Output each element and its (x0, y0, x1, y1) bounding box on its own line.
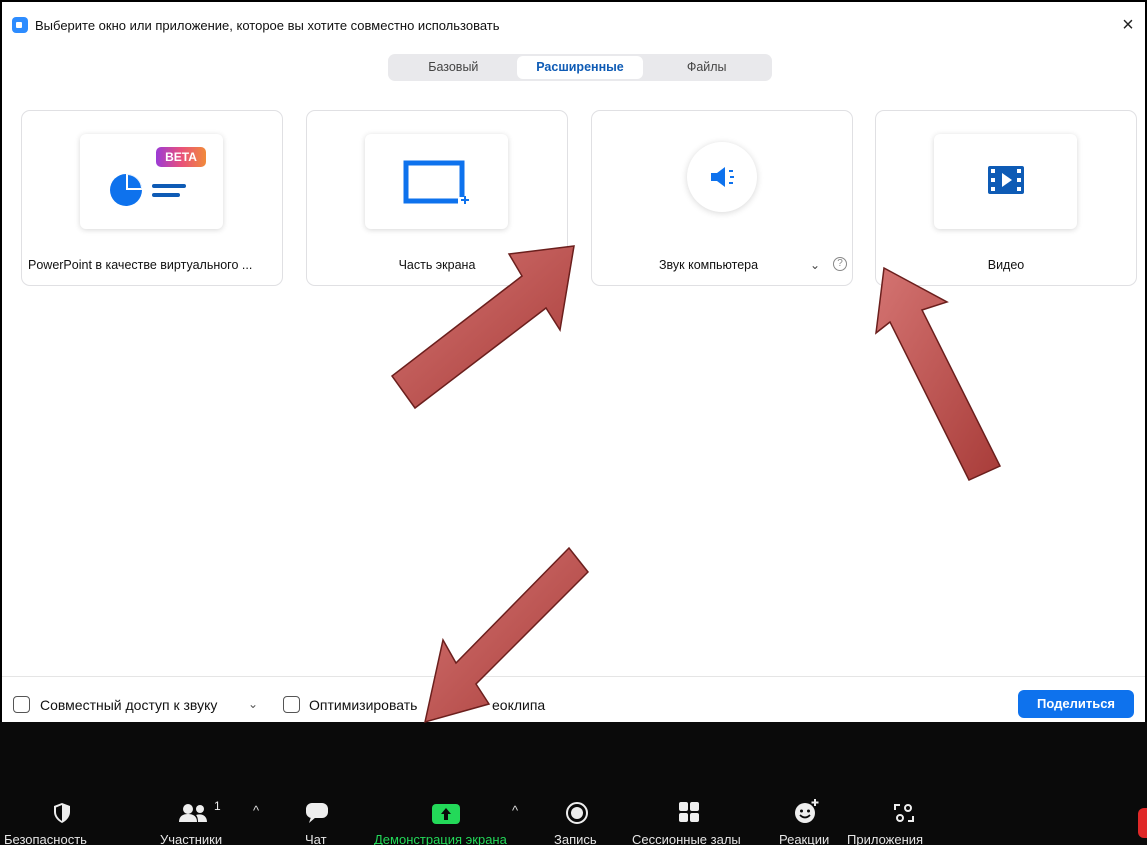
toolbar-participants-label[interactable]: Участники (160, 832, 222, 845)
reactions-icon[interactable] (794, 798, 820, 824)
share-audio-label: Совместный доступ к звуку (40, 697, 218, 713)
apps-icon[interactable] (893, 802, 915, 824)
zoom-app-icon (12, 17, 28, 33)
optimize-video-label-end: еоклипа (492, 697, 546, 713)
card-label: PowerPoint в качестве виртуального ... (28, 258, 253, 272)
participants-caret-icon[interactable]: ^ (253, 803, 259, 818)
window-title: Выберите окно или приложение, которое вы… (35, 18, 500, 33)
participants-count: 1 (214, 799, 221, 813)
card-portion-of-screen[interactable]: Часть экрана (306, 110, 568, 286)
share-screen-caret-icon[interactable]: ^ (512, 803, 518, 818)
card-thumbnail (365, 134, 508, 229)
card-label: Звук компьютера (659, 258, 759, 272)
card-video[interactable]: Видео (875, 110, 1137, 286)
optimize-video-label-start: Оптимизировать (309, 697, 418, 713)
card-label: Часть экрана (398, 258, 476, 272)
video-film-icon (988, 166, 1024, 194)
toolbar-reactions-label[interactable]: Реакции (779, 832, 829, 845)
card-computer-sound[interactable]: Звук компьютера ⌄ ? (591, 110, 853, 286)
tab-basic[interactable]: Базовый (390, 56, 517, 79)
share-audio-checkbox[interactable] (13, 696, 30, 713)
meeting-toolbar (0, 722, 1147, 845)
toolbar-security-label[interactable]: Безопасность (4, 832, 87, 845)
toolbar-share-screen-label[interactable]: Демонстрация экрана (374, 832, 507, 845)
share-screen-icon[interactable] (431, 803, 461, 825)
share-tabs: Базовый Расширенные Файлы (388, 54, 772, 81)
chevron-down-icon[interactable]: ⌄ (810, 258, 820, 272)
breakout-rooms-icon[interactable] (678, 801, 700, 823)
toolbar-breakout-label[interactable]: Сессионные залы (632, 832, 741, 845)
beta-badge: BETA (156, 147, 206, 167)
record-icon[interactable] (566, 802, 588, 824)
footer-divider (2, 676, 1145, 677)
participants-icon[interactable] (179, 803, 209, 823)
shield-icon[interactable] (52, 802, 72, 824)
card-thumbnail (687, 142, 757, 212)
chat-icon[interactable] (305, 802, 329, 824)
toolbar-apps-label[interactable]: Приложения (847, 832, 923, 845)
end-meeting-button[interactable] (1138, 808, 1147, 838)
card-thumbnail: BETA (80, 134, 223, 229)
screen-portion-icon (403, 160, 469, 205)
tab-advanced[interactable]: Расширенные (516, 56, 644, 79)
title-bar: Выберите окно или приложение, которое вы… (2, 2, 1145, 36)
help-icon[interactable]: ? (833, 257, 847, 271)
optimize-video-checkbox[interactable] (283, 696, 300, 713)
toolbar-record-label[interactable]: Запись (554, 832, 597, 845)
card-thumbnail (934, 134, 1077, 229)
share-button[interactable]: Поделиться (1018, 690, 1134, 718)
share-dialog: Выберите окно или приложение, которое вы… (0, 0, 1147, 722)
close-button[interactable]: × (1117, 14, 1139, 36)
speaker-icon (711, 167, 734, 187)
card-powerpoint-virtual-bg[interactable]: BETA PowerPoint в качестве виртуального … (21, 110, 283, 286)
powerpoint-slide-icon (110, 174, 186, 206)
tab-files[interactable]: Файлы (643, 56, 770, 79)
toolbar-chat-label[interactable]: Чат (305, 832, 327, 845)
chevron-down-icon[interactable]: ⌄ (248, 697, 258, 711)
card-label: Видео (987, 258, 1025, 272)
